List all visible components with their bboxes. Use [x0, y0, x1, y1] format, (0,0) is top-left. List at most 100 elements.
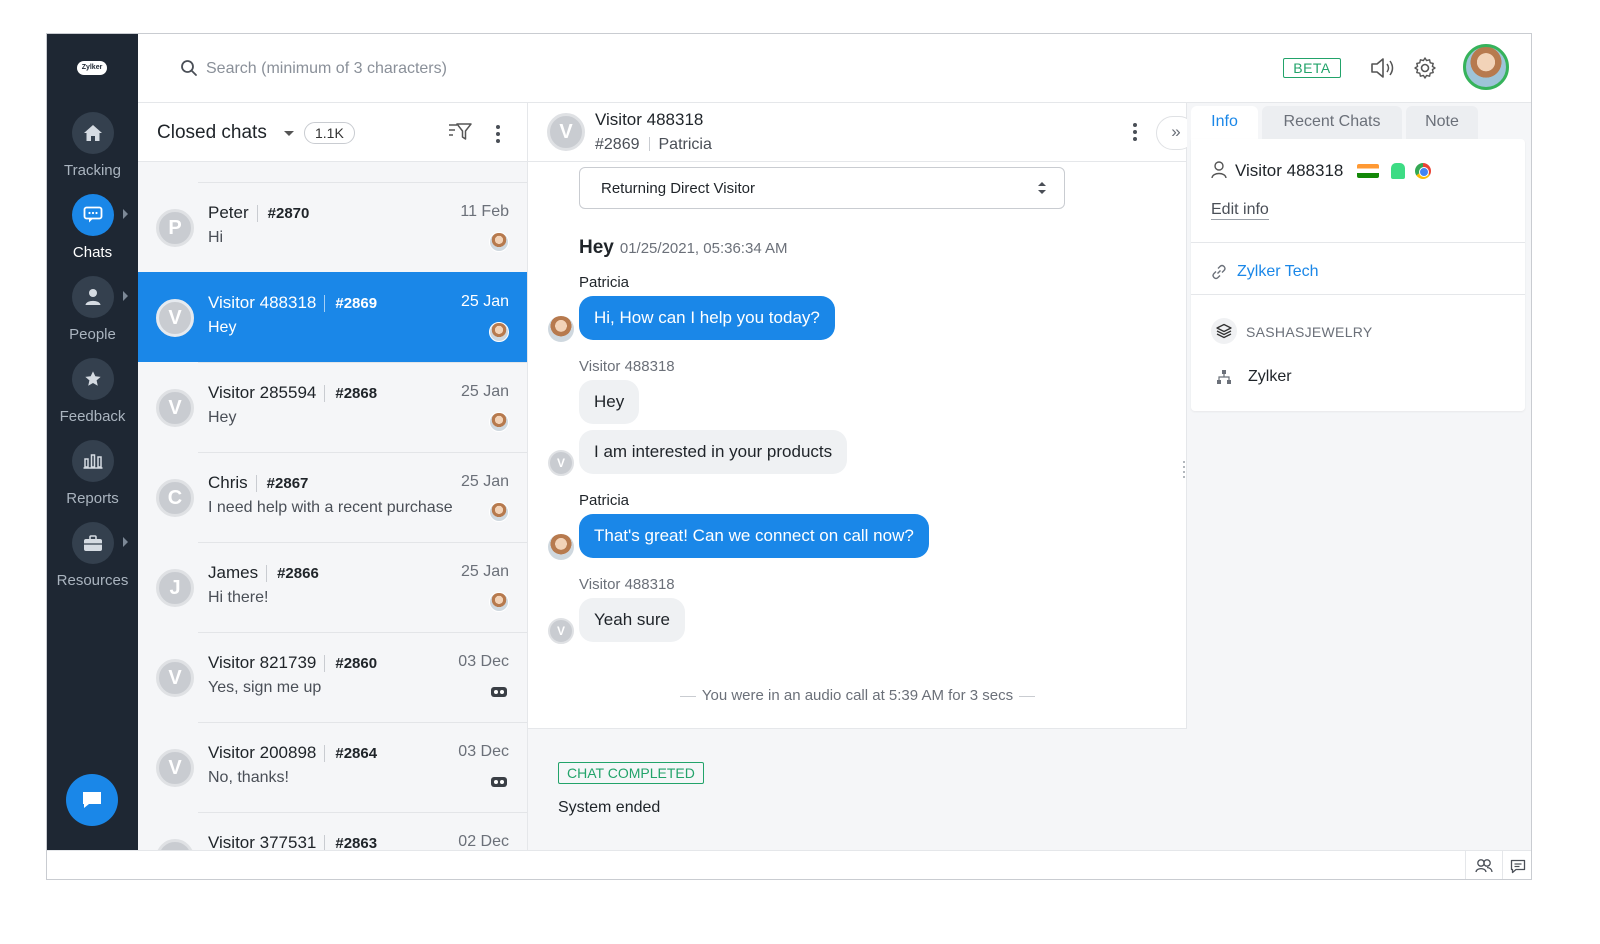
- chat-list-item[interactable]: P Peter #2870 Hi 11 Feb: [138, 182, 527, 272]
- zylker-logo[interactable]: Zylker: [77, 61, 107, 75]
- operator-avatar-icon: [548, 534, 574, 560]
- status-badge: CHAT COMPLETED: [558, 762, 704, 784]
- gear-icon[interactable]: [1413, 56, 1437, 80]
- chat-name: Visitor 200898: [208, 743, 317, 762]
- nav-item-tracking[interactable]: Tracking: [47, 112, 138, 179]
- chat-id: #2864: [324, 745, 378, 762]
- filter-icon[interactable]: [448, 122, 472, 142]
- chat-list-item[interactable]: J James #2866 Hi there! 25 Jan: [138, 542, 527, 632]
- message-bubble-agent: Hi, How can I help you today?: [579, 296, 835, 340]
- message-bubble-visitor: Hey: [579, 380, 640, 424]
- chat-count-badge: 1.1K: [304, 122, 355, 144]
- nav-label: Reports: [66, 490, 119, 507]
- chat-name: Visitor 285594: [208, 383, 317, 402]
- chat-list-item[interactable]: V Visitor 285594 #2868 Hey 25 Jan: [138, 362, 527, 452]
- user-avatar[interactable]: [1463, 44, 1509, 90]
- chat-date: 11 Feb: [460, 203, 509, 220]
- chevron-down-icon[interactable]: [284, 131, 294, 136]
- operator-avatar-icon: [489, 322, 509, 342]
- visitors-icon[interactable]: [1472, 856, 1496, 876]
- status-bar: [47, 850, 1531, 879]
- avatar: V: [547, 113, 585, 151]
- avatar: P: [156, 209, 194, 247]
- operator-avatar-icon: [489, 592, 509, 612]
- chat-list-item[interactable]: V Visitor 377531 #2863 02 Dec: [138, 812, 527, 850]
- info-visitor-name: Visitor 488318: [1235, 161, 1344, 180]
- visitor-info-card: Visitor 488318 Edit info Zylker Tech SAS…: [1191, 139, 1525, 411]
- conversation-visitor-name: Visitor 488318: [595, 110, 704, 129]
- speaker-icon[interactable]: [1369, 56, 1394, 80]
- nav-item-feedback[interactable]: Feedback: [47, 358, 138, 425]
- operator-avatar-icon: [489, 502, 509, 522]
- avatar: V: [156, 389, 194, 427]
- tab-info[interactable]: Info: [1191, 106, 1258, 142]
- chat-preview: Hey: [208, 409, 237, 426]
- chat-list-title[interactable]: Closed chats: [157, 122, 267, 144]
- nav-item-people[interactable]: People: [47, 276, 138, 343]
- message-sender: Patricia: [579, 492, 630, 509]
- chat-date: 02 Dec: [458, 833, 509, 850]
- edit-info-link[interactable]: Edit info: [1211, 201, 1269, 220]
- link-icon: [1212, 264, 1226, 280]
- tab-recent-chats[interactable]: Recent Chats: [1262, 106, 1402, 142]
- nav-caret-icon: [123, 537, 128, 547]
- conversation-header: V Visitor 488318 #2869 Patricia »: [528, 103, 1196, 162]
- search-input[interactable]: [180, 56, 600, 82]
- call-note: You were in an audio call at 5:39 AM for…: [528, 687, 1187, 704]
- chat-date: 25 Jan: [460, 383, 509, 400]
- info-panel: Info Recent Chats Note Visitor 488318 Ed…: [1187, 103, 1531, 850]
- avatar: J: [156, 569, 194, 607]
- nav-label: Resources: [56, 572, 129, 589]
- nav-item-chats[interactable]: Chats: [47, 194, 138, 261]
- chat-icon: [71, 194, 114, 236]
- chat-list-item[interactable]: V Visitor 200898 #2864 No, thanks! 03 Dec: [138, 722, 527, 812]
- person-outline-icon: [1211, 161, 1227, 179]
- nav-caret-icon: [123, 209, 128, 219]
- message-sender: Visitor 488318: [579, 358, 675, 375]
- chat-list-item[interactable]: V Visitor 821739 #2860 Yes, sign me up 03…: [138, 632, 527, 722]
- avatar: V: [156, 659, 194, 697]
- chat-id: #2869: [324, 295, 378, 312]
- chat-name: Peter: [208, 203, 249, 222]
- conversation-footer: CHAT COMPLETED System ended: [528, 728, 1187, 850]
- operator-avatar-icon: [548, 316, 574, 342]
- home-icon: [71, 112, 114, 154]
- chat-date: 03 Dec: [458, 743, 509, 760]
- list-menu-icon[interactable]: [495, 125, 501, 143]
- tab-note[interactable]: Note: [1406, 106, 1478, 142]
- chrome-icon: [1415, 163, 1431, 179]
- beta-badge: BETA: [1283, 58, 1341, 78]
- nav-item-reports[interactable]: Reports: [47, 440, 138, 507]
- chat-list-item[interactable]: C Chris #2867 I need help with a recent p…: [138, 452, 527, 542]
- android-icon: [1391, 163, 1405, 179]
- star-icon: [71, 358, 114, 400]
- chat-list-header: Closed chats 1.1K: [138, 103, 527, 162]
- chat-list-item-selected[interactable]: V Visitor 488318 #2869 Hey 25 Jan: [138, 272, 527, 362]
- chat-preview: Hey: [208, 319, 237, 336]
- nav-item-resources[interactable]: Resources: [47, 522, 138, 589]
- chat-preview: Yes, sign me up: [208, 679, 322, 696]
- conversation-start-time: 01/25/2021, 05:36:34 AM: [619, 240, 788, 257]
- briefcase-icon: [71, 522, 114, 564]
- visitor-type-select[interactable]: Returning Direct Visitor: [579, 167, 1065, 209]
- chat-name: Visitor 821739: [208, 653, 317, 672]
- chat-preview: Hi there!: [208, 589, 269, 606]
- avatar: V: [156, 299, 194, 337]
- brand-name: Zylker: [1248, 368, 1292, 385]
- chat-name: Visitor 377531: [208, 833, 317, 850]
- nav-label: Feedback: [59, 408, 126, 425]
- operator-avatar-icon: [489, 232, 509, 252]
- visitor-avatar-icon: V: [548, 450, 574, 476]
- chat-list-panel: Closed chats 1.1K P Peter #2870 Hi 11 Feb…: [138, 103, 528, 850]
- top-bar: BETA: [138, 34, 1531, 103]
- chat-date: 25 Jan: [460, 293, 509, 310]
- conversation-panel: V Visitor 488318 #2869 Patricia » Returni…: [528, 103, 1196, 850]
- message-sender: Patricia: [579, 274, 630, 291]
- conversation-menu-icon[interactable]: [1132, 123, 1138, 141]
- chat-id: #2866: [266, 565, 319, 582]
- company-link[interactable]: Zylker Tech: [1237, 263, 1319, 281]
- layers-icon: [1211, 318, 1237, 344]
- message-sender: Visitor 488318: [579, 576, 675, 593]
- chat-window-icon[interactable]: [1506, 856, 1530, 876]
- new-chat-button[interactable]: [66, 774, 118, 826]
